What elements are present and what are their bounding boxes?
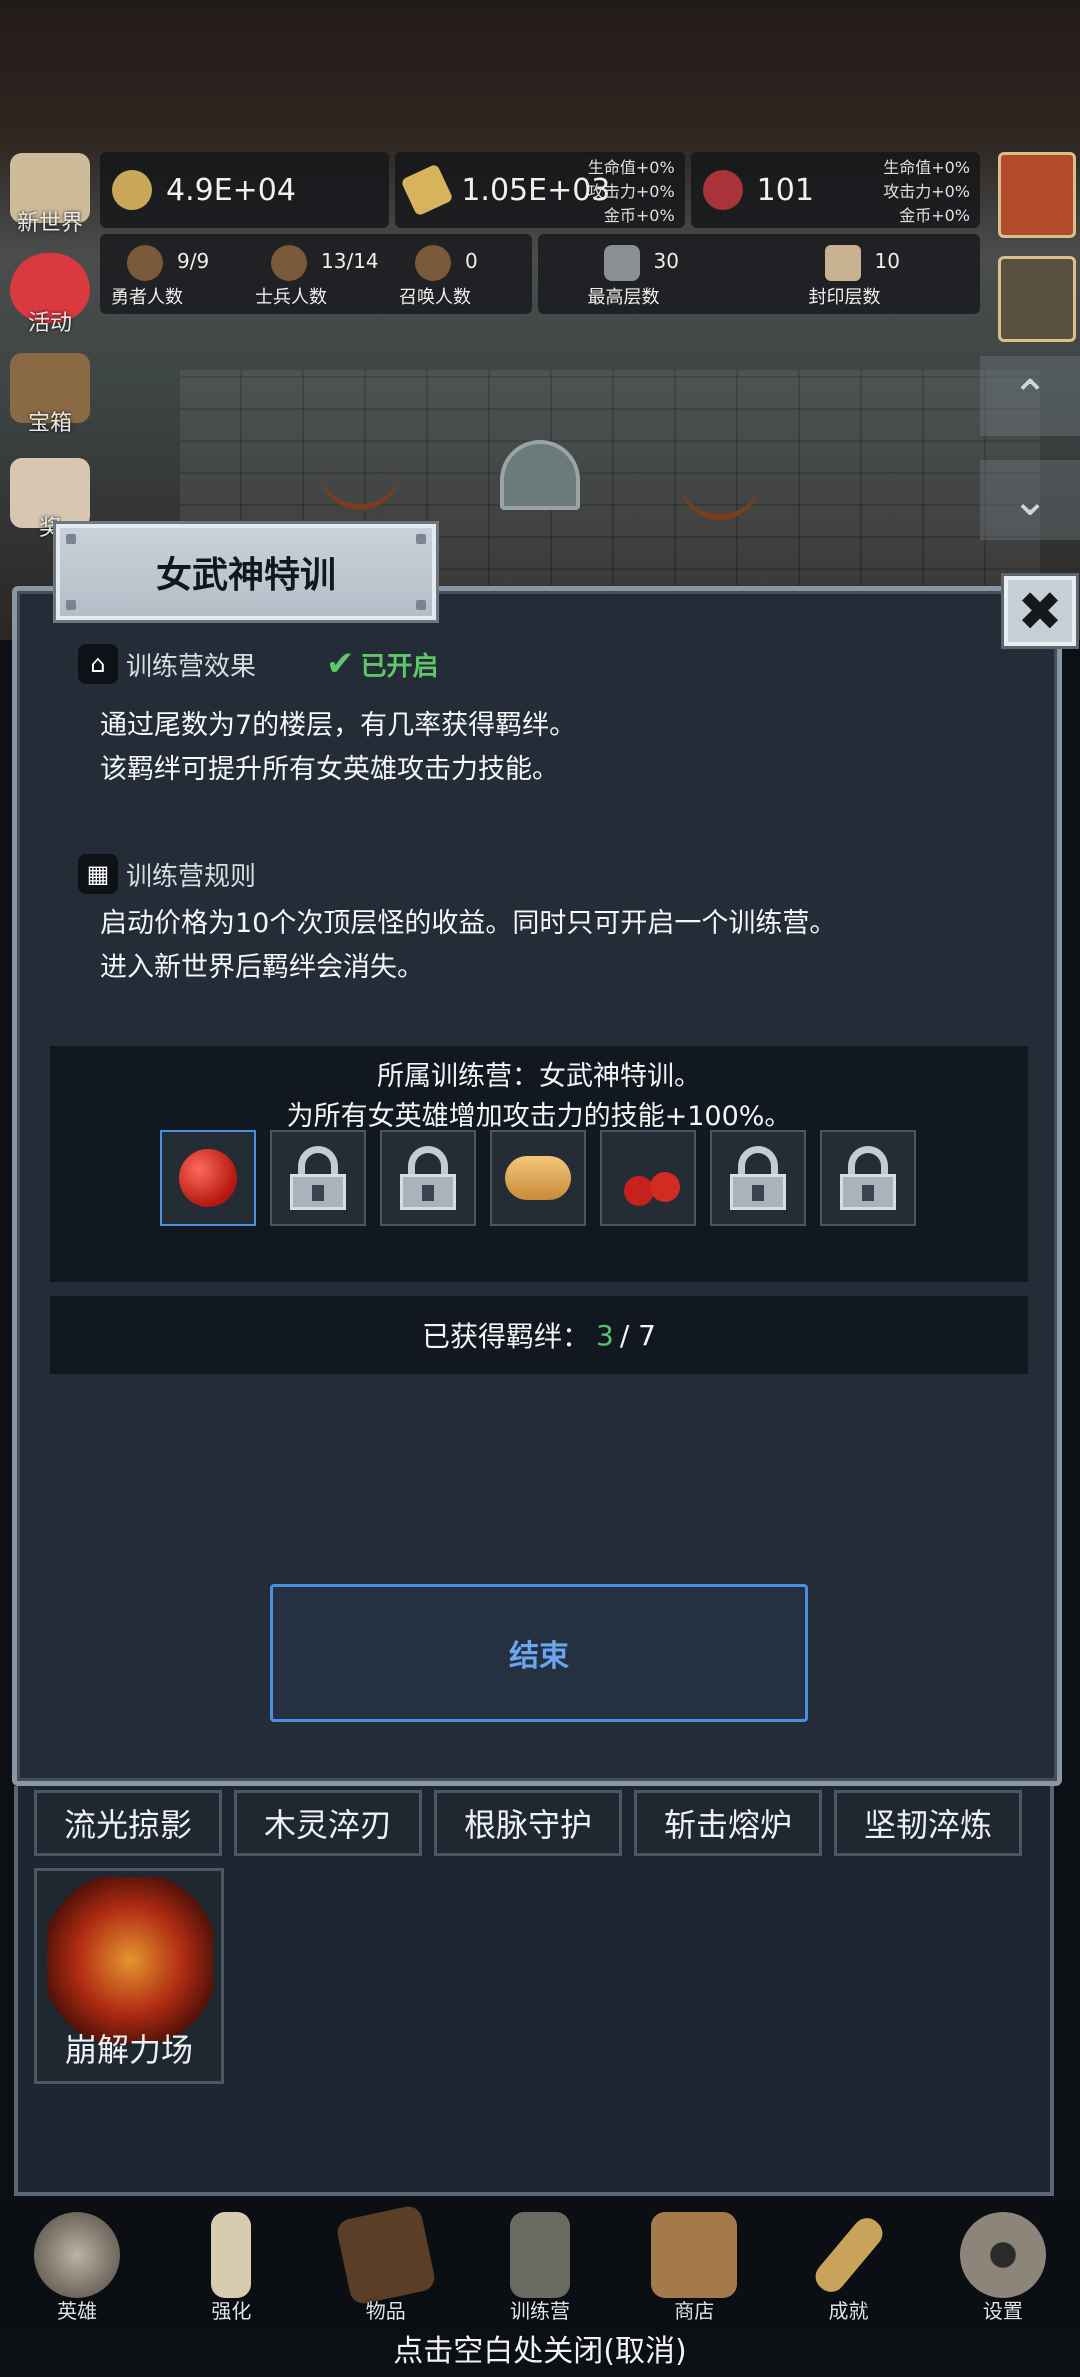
apple-icon [179, 1149, 237, 1207]
rules-section-header: ▦ 训练营规则 [78, 854, 256, 894]
max-floor: 30 最高层数 [584, 239, 714, 309]
status-badge: ✔ 已开启 [326, 644, 439, 684]
summon-icon [415, 245, 451, 281]
lantern-icon [509, 2212, 570, 2298]
dialog-title: 女武神特训 [53, 521, 439, 623]
bond-slot[interactable] [160, 1130, 256, 1226]
candle-button[interactable] [998, 256, 1076, 342]
new-world-button[interactable]: 新世界 [4, 150, 96, 240]
check-icon: ✔ [326, 644, 355, 684]
bond-slot[interactable] [490, 1130, 586, 1226]
gold-resource: 4.9E+04 [100, 152, 390, 228]
bond-slot[interactable] [710, 1130, 806, 1226]
meat-stats: 生命值+0% 攻击力+0% 金币+0% [883, 158, 970, 225]
effect-description: 通过尾数为7的楼层，有几率获得羁绊。 该羁绊可提升所有女英雄攻击力技能。 [100, 710, 577, 785]
effect-section-header: ⌂ 训练营效果 ✔ 已开启 [78, 644, 439, 684]
nav-items[interactable]: 物品 [326, 2203, 446, 2324]
nav-hero[interactable]: 英雄 [17, 2204, 137, 2324]
hero-count: 9/9 勇者人数 [107, 239, 237, 309]
treasure-button[interactable]: 宝箱 [4, 350, 96, 440]
book-icon [334, 2203, 437, 2307]
bond-slot[interactable] [820, 1130, 916, 1226]
cherry-icon [624, 1176, 654, 1206]
chevron-up-icon: ⌃ [1011, 370, 1049, 422]
mug-icon [651, 2212, 738, 2298]
skill-button[interactable]: 流光掠影 [34, 1790, 222, 1856]
skill-button[interactable]: 坚韧淬炼 [834, 1790, 1022, 1856]
seal-floor: 10 封印层数 [805, 239, 935, 309]
bond-slot[interactable] [600, 1130, 696, 1226]
nav-enhance[interactable]: 强化 [171, 2204, 291, 2324]
summon-count: 0 召唤人数 [395, 239, 525, 309]
camp-panel: 所属训练营：女武神特训。 为所有女英雄增加攻击力的技能+100%。 [50, 1046, 1028, 1282]
rivet [66, 600, 76, 610]
soldier-icon [271, 245, 307, 281]
nav-settings[interactable]: 设置 [943, 2204, 1063, 2324]
meat-icon [702, 170, 743, 210]
grid-icon: ▦ [78, 854, 118, 894]
end-button[interactable]: 结束 [270, 1584, 808, 1722]
stone-icon [603, 245, 640, 281]
count-bar: 9/9 勇者人数 13/14 士兵人数 0 召唤人数 30 最高层数 10 封印… [100, 234, 980, 314]
bottom-nav: 英雄 强化 物品 训练营 商店 成就 设置 [0, 2200, 1080, 2330]
bond-slot[interactable] [380, 1130, 476, 1226]
lock-icon [396, 1146, 460, 1210]
cherry-icon [650, 1172, 680, 1202]
resource-bar: 4.9E+04 1.05E+03 生命值+0% 攻击力+0% 金币+0% 101… [100, 152, 980, 228]
gold-bar-icon [400, 163, 454, 217]
bond-slots [160, 1130, 916, 1226]
skull-icon [34, 2212, 121, 2298]
nav-achievement[interactable]: 成就 [789, 2204, 909, 2324]
skill-button[interactable]: 根脉守护 [434, 1790, 622, 1856]
meat-resource: 101 生命值+0% 攻击力+0% 金币+0% [690, 152, 980, 228]
close-hint[interactable]: 点击空白处关闭(取消) [0, 2326, 1080, 2370]
pancake-icon [505, 1156, 571, 1200]
candle-icon [211, 2212, 252, 2298]
bond-progress: 已获得羁绊： 3 / 7 [50, 1296, 1028, 1374]
rules-description: 启动价格为10个次顶层怪的收益。同时只可开启一个训练营。 进入新世界后羁绊会消失… [100, 908, 837, 983]
key-icon [809, 2212, 888, 2298]
skill-card[interactable]: 崩解力场 [34, 1868, 224, 2084]
nav-shop[interactable]: 商店 [634, 2204, 754, 2324]
close-button[interactable]: ✖ [1001, 573, 1079, 649]
lock-icon [286, 1146, 350, 1210]
floor-counts: 30 最高层数 10 封印层数 [538, 234, 980, 314]
chevron-down-icon: ⌄ [1011, 474, 1049, 526]
rivet [416, 600, 426, 610]
home-icon: ⌂ [78, 644, 118, 684]
rivet [66, 534, 76, 544]
fruit-button[interactable] [998, 152, 1076, 238]
arched-window [500, 440, 580, 510]
scroll-icon [824, 245, 861, 281]
gold-bar-resource: 1.05E+03 生命值+0% 攻击力+0% 金币+0% [395, 152, 685, 228]
gear-icon [959, 2212, 1046, 2298]
gold-bar-stats: 生命值+0% 攻击力+0% 金币+0% [587, 158, 675, 225]
nav-training-camp[interactable]: 训练营 [480, 2204, 600, 2324]
activity-button[interactable]: 活动 [4, 250, 96, 340]
unit-counts: 9/9 勇者人数 13/14 士兵人数 0 召唤人数 [100, 234, 532, 314]
lock-icon [836, 1146, 900, 1210]
scroll-down-button[interactable]: ⌄ [980, 460, 1080, 540]
bond-slot[interactable] [270, 1130, 366, 1226]
rivet [416, 534, 426, 544]
skill-button[interactable]: 木灵淬刃 [234, 1790, 422, 1856]
skill-button[interactable]: 斩击熔炉 [634, 1790, 822, 1856]
close-icon: ✖ [1017, 579, 1063, 643]
soldier-count: 13/14 士兵人数 [251, 239, 381, 309]
gold-coin-icon [112, 170, 152, 210]
lock-icon [726, 1146, 790, 1210]
hero-icon [127, 245, 163, 281]
scroll-up-button[interactable]: ⌃ [980, 356, 1080, 436]
lava-field-icon [47, 1877, 213, 2043]
